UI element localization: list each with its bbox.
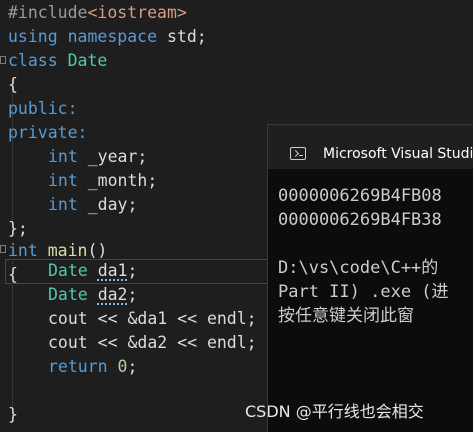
watermark: CSDN @平行线也会相交	[245, 402, 424, 421]
code-line-2: using namespace std;	[8, 25, 207, 49]
code-line-7: int _year;	[48, 145, 147, 169]
type-int: int	[48, 147, 78, 166]
fold-toggle-main[interactable]	[0, 245, 6, 253]
code-line-16: cout << &da2 << endl;	[48, 331, 257, 355]
console-titlebar[interactable]: Microsoft Visual Studi	[268, 125, 473, 169]
code-line-10: };	[8, 217, 28, 241]
access-private: private:	[8, 123, 88, 142]
code-line-1: #include<iostream>	[8, 1, 187, 25]
code-line-12: {	[8, 263, 18, 287]
console-output-line: D:\vs\code\C++的	[278, 258, 439, 278]
include-header: <iostream>	[87, 3, 187, 22]
code-line-14: Date da2;	[48, 283, 137, 307]
keyword-namespace: namespace	[67, 27, 158, 46]
code-line-8: int _month;	[48, 169, 157, 193]
close-brace: }	[8, 405, 18, 424]
code-line-9: int _day;	[48, 193, 137, 217]
code-line-17: return 0;	[48, 355, 137, 379]
debug-console-window[interactable]: Microsoft Visual Studi 0000006269B4FB08 …	[267, 124, 473, 432]
fold-toggle-class[interactable]	[0, 56, 6, 64]
code-line-3: class Date	[8, 49, 107, 73]
variable-da2: da2	[97, 285, 128, 304]
console-output-line: 0000006269B4FB38	[278, 210, 442, 230]
member-day: _day;	[77, 195, 138, 214]
type-int: int	[48, 171, 78, 190]
console-output-line: Part II) .exe (进	[278, 282, 449, 302]
namespace-name: std;	[157, 27, 207, 46]
code-line-15: cout << &da1 << endl;	[48, 307, 257, 331]
code-line-18: }	[8, 403, 18, 427]
class-name: Date	[67, 51, 108, 70]
code-line-13: Date da1;	[48, 259, 137, 283]
keyword-class: class	[8, 51, 58, 70]
semicolon: ;	[127, 357, 138, 376]
keyword-using: using	[8, 27, 58, 46]
cout-statement: cout << &da1 << endl;	[48, 309, 257, 328]
console-output-line: 0000006269B4FB08	[278, 186, 442, 206]
parens: ()	[87, 241, 108, 260]
access-public: public:	[8, 99, 78, 118]
type-int: int	[48, 195, 78, 214]
function-main: main	[47, 241, 88, 260]
code-line-6: private:	[8, 121, 87, 145]
member-month: _month;	[77, 171, 158, 190]
preprocessor-directive: #include	[8, 3, 88, 22]
type-date: Date	[48, 285, 88, 304]
type-int: int	[8, 241, 38, 260]
type-date: Date	[48, 261, 88, 280]
variable-da1: da1	[97, 261, 128, 280]
open-brace: {	[8, 75, 18, 94]
semicolon: ;	[127, 285, 138, 304]
code-line-5: public:	[8, 97, 78, 121]
close-brace: };	[8, 219, 28, 238]
code-line-4: {	[8, 73, 18, 97]
keyword-return: return	[48, 357, 108, 376]
console-output-line: 按任意键关闭此窗	[278, 306, 414, 326]
cout-statement: cout << &da2 << endl;	[48, 333, 257, 352]
return-value: 0	[117, 357, 128, 376]
semicolon: ;	[127, 261, 138, 280]
open-brace: {	[8, 265, 18, 284]
terminal-icon	[290, 147, 306, 160]
console-title: Microsoft Visual Studi	[323, 146, 473, 162]
member-year: _year;	[77, 147, 148, 166]
